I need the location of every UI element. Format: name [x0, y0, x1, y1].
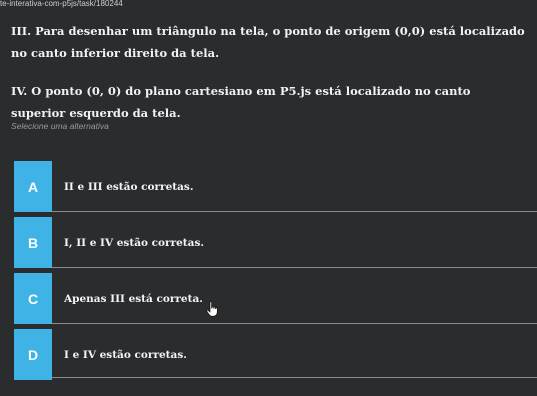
- option-d[interactable]: D I e IV estão corretas.: [14, 329, 537, 380]
- option-b-badge[interactable]: B: [14, 217, 52, 268]
- option-a-badge[interactable]: A: [14, 161, 52, 212]
- option-b[interactable]: B I, II e IV estão corretas.: [14, 217, 537, 268]
- statement-iii: III. Para desenhar um triângulo na tela,…: [11, 24, 525, 60]
- option-divider: [52, 377, 537, 378]
- option-c-badge[interactable]: C: [14, 273, 52, 324]
- select-alternative-label: Selecione uma alternativa: [11, 121, 109, 131]
- option-divider: [52, 267, 537, 268]
- option-d-badge[interactable]: D: [14, 329, 52, 380]
- option-c[interactable]: C Apenas III está correta.: [14, 273, 537, 324]
- option-a-text[interactable]: II e III estão corretas.: [64, 161, 193, 212]
- option-divider: [52, 211, 537, 212]
- option-divider: [52, 323, 537, 324]
- option-c-text[interactable]: Apenas III está correta.: [64, 273, 203, 324]
- hand-pointer-icon: [206, 301, 218, 317]
- address-bar-url[interactable]: te-interativa-com-p5js/task/180244: [0, 0, 537, 10]
- option-d-text[interactable]: I e IV estão corretas.: [64, 329, 187, 380]
- statement-iv: IV. O ponto (0, 0) do plano cartesiano e…: [11, 84, 471, 120]
- option-a[interactable]: A II e III estão corretas.: [14, 161, 537, 212]
- option-b-text[interactable]: I, II e IV estão corretas.: [64, 217, 204, 268]
